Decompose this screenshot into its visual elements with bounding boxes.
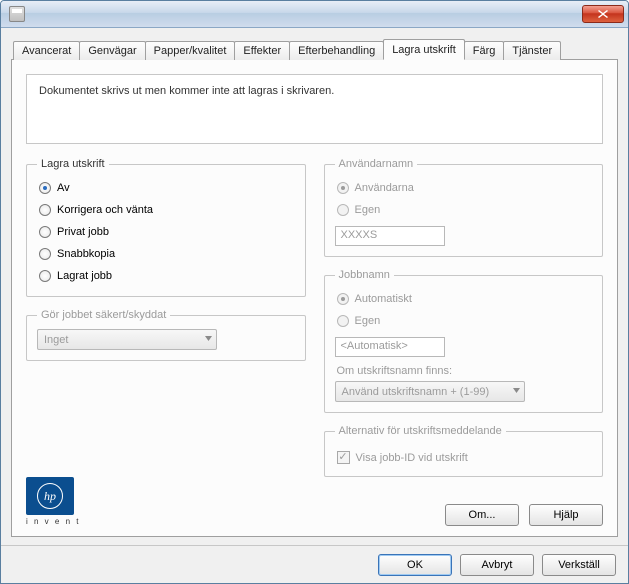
legend-jobbnamn: Jobbnamn (335, 269, 394, 281)
radio-korrigera-label: Korrigera och vänta (57, 204, 153, 216)
chevron-down-icon (205, 336, 212, 343)
radio-anvandarna-label: Användarna (355, 182, 414, 194)
radio-snabbkopia[interactable] (39, 248, 51, 260)
group-jobbnamn: Jobbnamn Automatiskt Egen <Automatisk> O… (324, 269, 604, 413)
radio-anvandarna-row: Användarna (337, 182, 593, 194)
tab-efterbehandling[interactable]: Efterbehandling (289, 41, 384, 60)
legend-sakert: Gör jobbet säkert/skyddat (37, 309, 170, 321)
panel-footer: hp i n v e n t Om... Hjälp (26, 477, 603, 526)
label-om-finns: Om utskriftsnamn finns: (337, 365, 593, 377)
titlebar[interactable] (1, 1, 628, 28)
info-text: Dokumentet skrivs ut men kommer inte att… (39, 85, 334, 97)
info-box: Dokumentet skrivs ut men kommer inte att… (26, 74, 603, 144)
radio-jobb-egen-row: Egen (337, 315, 593, 327)
hp-invent-text: i n v e n t (26, 517, 80, 526)
radio-av-row[interactable]: Av (39, 182, 295, 194)
input-anvandarnamn: XXXXS (335, 226, 445, 246)
combo-sakert: Inget (37, 329, 217, 350)
radio-av-label: Av (57, 182, 70, 194)
radio-anv-egen (337, 204, 349, 216)
radio-lagrat[interactable] (39, 270, 51, 282)
legend-alternativ: Alternativ för utskriftsmeddelande (335, 425, 506, 437)
radio-anv-egen-label: Egen (355, 204, 381, 216)
printer-icon (9, 6, 25, 22)
client-area: Avancerat Genvägar Papper/kvalitet Effek… (1, 28, 628, 545)
help-button[interactable]: Hjälp (529, 504, 603, 526)
tab-farg[interactable]: Färg (464, 41, 505, 60)
radio-korrigera[interactable] (39, 204, 51, 216)
radio-automatiskt (337, 293, 349, 305)
legend-anvandarnamn: Användarnamn (335, 158, 418, 170)
tab-genvagar[interactable]: Genvägar (79, 41, 145, 60)
checkbox-visa-id-label: Visa jobb-ID vid utskrift (356, 452, 468, 464)
radio-lagrat-label: Lagrat jobb (57, 270, 112, 282)
left-column: Lagra utskrift Av Korrigera och vänta Pr… (26, 158, 306, 489)
checkbox-visa-id: ✓ (337, 451, 350, 464)
group-anvandarnamn: Användarnamn Användarna Egen XXXXS (324, 158, 604, 257)
combo-om-finns-value: Använd utskriftsnamn + (1-99) (342, 386, 490, 398)
chevron-down-icon (513, 388, 520, 395)
about-button[interactable]: Om... (445, 504, 519, 526)
radio-jobb-egen (337, 315, 349, 327)
legend-lagra-utskrift: Lagra utskrift (37, 158, 109, 170)
tab-papper-kvalitet[interactable]: Papper/kvalitet (145, 41, 236, 60)
tab-panel-lagra-utskrift: Dokumentet skrivs ut men kommer inte att… (11, 59, 618, 537)
radio-jobb-egen-label: Egen (355, 315, 381, 327)
radio-privat-row[interactable]: Privat jobb (39, 226, 295, 238)
radio-lagrat-row[interactable]: Lagrat jobb (39, 270, 295, 282)
checkbox-visa-id-row: ✓ Visa jobb-ID vid utskrift (337, 451, 593, 464)
radio-privat-label: Privat jobb (57, 226, 109, 238)
radio-anv-egen-row: Egen (337, 204, 593, 216)
combo-om-finns: Använd utskriftsnamn + (1-99) (335, 381, 525, 402)
combo-sakert-value: Inget (44, 334, 68, 346)
radio-snabbkopia-label: Snabbkopia (57, 248, 115, 260)
radio-automatiskt-row: Automatiskt (337, 293, 593, 305)
group-lagra-utskrift: Lagra utskrift Av Korrigera och vänta Pr… (26, 158, 306, 297)
hp-logo-icon: hp (26, 477, 74, 515)
group-alternativ: Alternativ för utskriftsmeddelande ✓ Vis… (324, 425, 604, 477)
cancel-button[interactable]: Avbryt (460, 554, 534, 576)
radio-snabbkopia-row[interactable]: Snabbkopia (39, 248, 295, 260)
tab-lagra-utskrift[interactable]: Lagra utskrift (383, 39, 465, 60)
hp-logo-block: hp i n v e n t (26, 477, 80, 526)
dialog-footer: OK Avbryt Verkställ (1, 545, 628, 583)
tab-tjanster[interactable]: Tjänster (503, 41, 561, 60)
apply-button[interactable]: Verkställ (542, 554, 616, 576)
radio-automatiskt-label: Automatiskt (355, 293, 412, 305)
close-button[interactable] (582, 5, 624, 23)
group-sakert: Gör jobbet säkert/skyddat Inget (26, 309, 306, 361)
radio-av[interactable] (39, 182, 51, 194)
right-column: Användarnamn Användarna Egen XXXXS Jobbn… (324, 158, 604, 489)
radio-korrigera-row[interactable]: Korrigera och vänta (39, 204, 295, 216)
input-jobbnamn: <Automatisk> (335, 337, 445, 357)
radio-anvandarna (337, 182, 349, 194)
tab-effekter[interactable]: Effekter (234, 41, 290, 60)
ok-button[interactable]: OK (378, 554, 452, 576)
tab-strip: Avancerat Genvägar Papper/kvalitet Effek… (13, 38, 618, 59)
print-properties-window: Avancerat Genvägar Papper/kvalitet Effek… (0, 0, 629, 584)
tab-avancerat[interactable]: Avancerat (13, 41, 80, 60)
radio-privat[interactable] (39, 226, 51, 238)
